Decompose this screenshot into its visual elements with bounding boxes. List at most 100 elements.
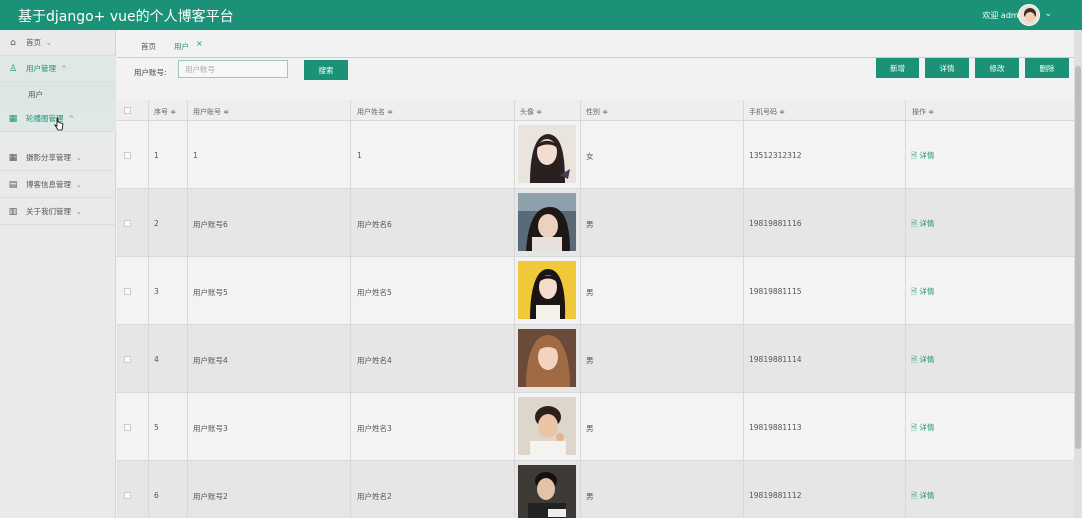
sidebar-item-label: 关于我们管理 (26, 207, 71, 216)
chevron-down-icon: ⌄ (76, 180, 82, 189)
tab-home[interactable]: 首页 (141, 41, 156, 52)
row-checkbox[interactable] (124, 492, 131, 499)
cell-index: 5 (154, 423, 159, 432)
delete-button[interactable]: 删除 (1025, 58, 1069, 78)
cell-index: 3 (154, 287, 159, 296)
cell-gender: 男 (586, 424, 594, 433)
avatar-image (518, 125, 576, 183)
cell-name: 1 (357, 151, 362, 160)
avatar-image (518, 193, 576, 251)
row-detail-link[interactable]: 🗎 详情 (911, 286, 934, 299)
cell-index: 4 (154, 355, 159, 364)
row-detail-link[interactable]: 🗎 详情 (911, 354, 934, 367)
row-checkbox[interactable] (124, 288, 131, 295)
column-divider (148, 100, 149, 518)
search-button[interactable]: 搜索 (304, 60, 348, 80)
cell-phone: 19819881112 (749, 491, 802, 500)
table-row: 4 用户账号4 用户姓名4 男 19819881114 🗎 详情 (117, 325, 1074, 393)
column-divider (187, 100, 188, 518)
sidebar-item-label: 博客信息管理 (26, 180, 71, 189)
sidebar-item-about[interactable]: ▥ 关于我们管理 ⌄ (0, 199, 116, 225)
cell-phone: 19819881114 (749, 355, 802, 364)
edit-button[interactable]: 修改 (975, 58, 1019, 78)
home-icon: ⌂ (10, 37, 16, 48)
table-header: 序号 ≑ 用户账号 ≑ 用户姓名 ≑ 头像 ≑ 性别 ≑ 手机号码 ≑ 操作 ≑ (117, 100, 1074, 121)
doc-icon: ▤ (8, 179, 18, 190)
header-avatar[interactable]: 头像 ≑ (520, 107, 542, 117)
select-all-checkbox[interactable] (124, 107, 131, 114)
cell-phone: 19819881116 (749, 219, 802, 228)
mouse-cursor-icon (54, 117, 64, 131)
sidebar-item-users[interactable]: ♙ 用户管理 ^ (0, 56, 116, 82)
header-gender[interactable]: 性别 ≑ (586, 107, 608, 117)
user-icon: ♙ (8, 63, 18, 74)
top-bar: 基于django+ vue的个人博客平台 欢迎 admin ⌄ (0, 0, 1082, 30)
sidebar-item-label: 摄影分享管理 (26, 153, 71, 162)
cell-account: 用户账号5 (193, 288, 228, 297)
column-divider (514, 100, 515, 518)
cell-name: 用户姓名5 (357, 288, 392, 297)
cell-phone: 19819881115 (749, 287, 802, 296)
avatar-image (518, 465, 576, 518)
row-checkbox[interactable] (124, 152, 131, 159)
table-row: 3 用户账号5 用户姓名5 男 19819881115 🗎 详情 (117, 257, 1074, 325)
header-name[interactable]: 用户姓名 ≑ (357, 107, 393, 117)
row-detail-link[interactable]: 🗎 详情 (911, 490, 934, 503)
header-index[interactable]: 序号 ≑ (154, 107, 176, 117)
cell-gender: 男 (586, 220, 594, 229)
cell-account: 用户账号6 (193, 220, 228, 229)
column-divider (743, 100, 744, 518)
header-phone[interactable]: 手机号码 ≑ (749, 107, 785, 117)
cell-index: 2 (154, 219, 159, 228)
cell-index: 1 (154, 151, 159, 160)
header-account[interactable]: 用户账号 ≑ (193, 107, 229, 117)
close-icon[interactable]: × (196, 39, 203, 48)
sidebar-item-blog[interactable]: ▤ 博客信息管理 ⌄ (0, 172, 116, 198)
cell-gender: 男 (586, 356, 594, 365)
scrollbar[interactable] (1074, 30, 1082, 518)
tab-bar: 首页 用户 × (117, 30, 1074, 58)
tab-users[interactable]: 用户 (174, 41, 189, 52)
add-button[interactable]: 新增 (876, 58, 919, 78)
row-detail-link[interactable]: 🗎 详情 (911, 150, 934, 163)
avatar-image (518, 397, 576, 455)
cell-account: 用户账号4 (193, 356, 228, 365)
scroll-thumb[interactable] (1075, 66, 1081, 449)
row-checkbox[interactable] (124, 356, 131, 363)
chevron-down-icon: ⌄ (76, 153, 82, 162)
cell-phone: 19819881113 (749, 423, 802, 432)
chevron-up-icon: ^ (68, 114, 75, 123)
main-content: 首页 用户 × 用户账号: 搜索 新增 详情 修改 删除 序号 ≑ 用户账号 ≑… (117, 30, 1074, 518)
table-row: 1 1 1 女 13512312312 🗎 详情 (117, 121, 1074, 189)
user-avatar[interactable] (1018, 4, 1040, 26)
column-divider (905, 100, 906, 518)
chevron-down-icon[interactable]: ⌄ (1044, 9, 1052, 19)
table-row: 5 用户账号3 用户姓名3 男 19819881113 🗎 详情 (117, 393, 1074, 461)
row-checkbox[interactable] (124, 424, 131, 431)
submenu-label: 用户 (28, 89, 43, 99)
cell-gender: 男 (586, 288, 594, 297)
sidebar-item-photography[interactable]: ▦ 摄影分享管理 ⌄ (0, 145, 116, 171)
cell-name: 用户姓名6 (357, 220, 392, 229)
book-icon: ▥ (8, 206, 18, 217)
detail-button[interactable]: 详情 (925, 58, 969, 78)
cell-name: 用户姓名2 (357, 492, 392, 501)
app-title: 基于django+ vue的个人博客平台 (18, 9, 234, 25)
header-ops[interactable]: 操作 ≑ (912, 107, 934, 117)
sidebar-subitem-users[interactable]: 用户 (0, 82, 116, 106)
row-detail-link[interactable]: 🗎 详情 (911, 422, 934, 435)
table-row: 6 用户账号2 用户姓名2 男 19819881112 🗎 详情 (117, 461, 1074, 518)
sidebar: ⌂ 首页 ⌄ ♙ 用户管理 ^ 用户 ▦ 轮播图管理 ^ ▦ 摄影分享管理 ⌄ … (0, 30, 116, 518)
cell-phone: 13512312312 (749, 151, 802, 160)
search-label: 用户账号: (134, 68, 167, 77)
cell-index: 6 (154, 491, 159, 500)
column-divider (580, 100, 581, 518)
column-divider (350, 100, 351, 518)
row-detail-link[interactable]: 🗎 详情 (911, 218, 934, 231)
row-checkbox[interactable] (124, 220, 131, 227)
sidebar-item-home[interactable]: ⌂ 首页 ⌄ (0, 30, 116, 56)
avatar-image (518, 329, 576, 387)
grid-icon: ▦ (8, 152, 18, 163)
search-input[interactable] (178, 60, 288, 78)
chevron-up-icon: ^ (61, 64, 67, 73)
